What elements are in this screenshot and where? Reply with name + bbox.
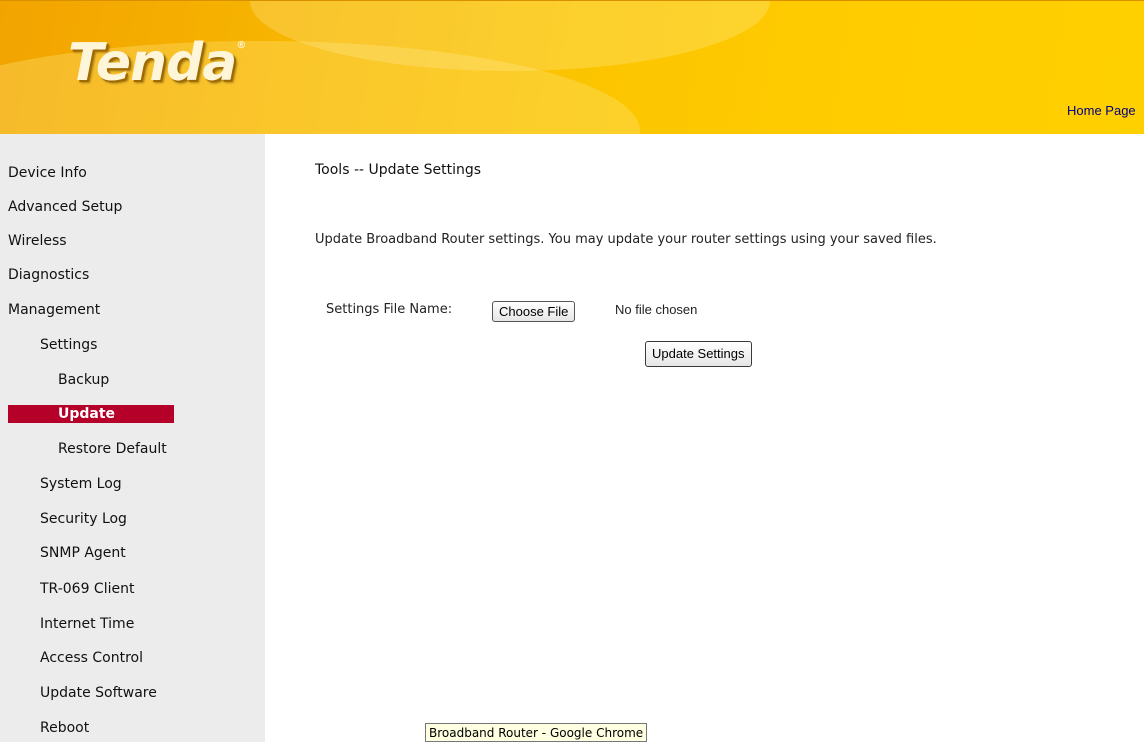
tenda-logo: Tenda® — [68, 37, 246, 89]
sidebar-item-diagnostics[interactable]: Diagnostics — [8, 266, 89, 284]
sidebar-item-access-control[interactable]: Access Control — [40, 649, 143, 667]
home-page-link[interactable]: Home Page — [1067, 103, 1136, 118]
sidebar-item-restore-default[interactable]: Restore Default — [58, 440, 167, 458]
sidebar-item-update[interactable]: Update — [8, 405, 174, 423]
sidebar-item-snmp-agent[interactable]: SNMP Agent — [40, 544, 126, 562]
settings-file-label: Settings File Name: — [326, 302, 453, 317]
sidebar-item-security-log[interactable]: Security Log — [40, 510, 127, 528]
sidebar-item-device-info[interactable]: Device Info — [8, 164, 87, 182]
choose-file-button[interactable]: Choose File — [492, 301, 576, 322]
sidebar-item-wireless[interactable]: Wireless — [8, 232, 67, 250]
page-title: Tools -- Update Settings — [315, 162, 482, 178]
sidebar-item-backup[interactable]: Backup — [58, 371, 109, 389]
update-settings-button[interactable]: Update Settings — [645, 341, 752, 367]
sidebar-item-internet-time[interactable]: Internet Time — [40, 615, 134, 633]
page-description: Update Broadband Router settings. You ma… — [315, 232, 937, 247]
sidebar-item-settings[interactable]: Settings — [40, 336, 97, 354]
sidebar-item-reboot[interactable]: Reboot — [40, 719, 89, 737]
header-banner: Tenda® Home Page — [0, 0, 1144, 134]
sidebar-item-update-software[interactable]: Update Software — [40, 684, 157, 702]
no-file-chosen-text: No file chosen — [615, 302, 698, 317]
window-title-tooltip: Broadband Router - Google Chrome — [425, 723, 648, 742]
logo-text: Tenda — [68, 33, 237, 93]
sidebar-item-tr069-client[interactable]: TR-069 Client — [40, 580, 134, 598]
sidebar-nav: Device Info Advanced Setup Wireless Diag… — [0, 134, 265, 742]
sidebar-item-advanced-setup[interactable]: Advanced Setup — [8, 198, 122, 216]
sidebar-item-management[interactable]: Management — [8, 301, 100, 319]
registered-mark: ® — [236, 40, 246, 51]
sidebar-item-system-log[interactable]: System Log — [40, 475, 122, 493]
